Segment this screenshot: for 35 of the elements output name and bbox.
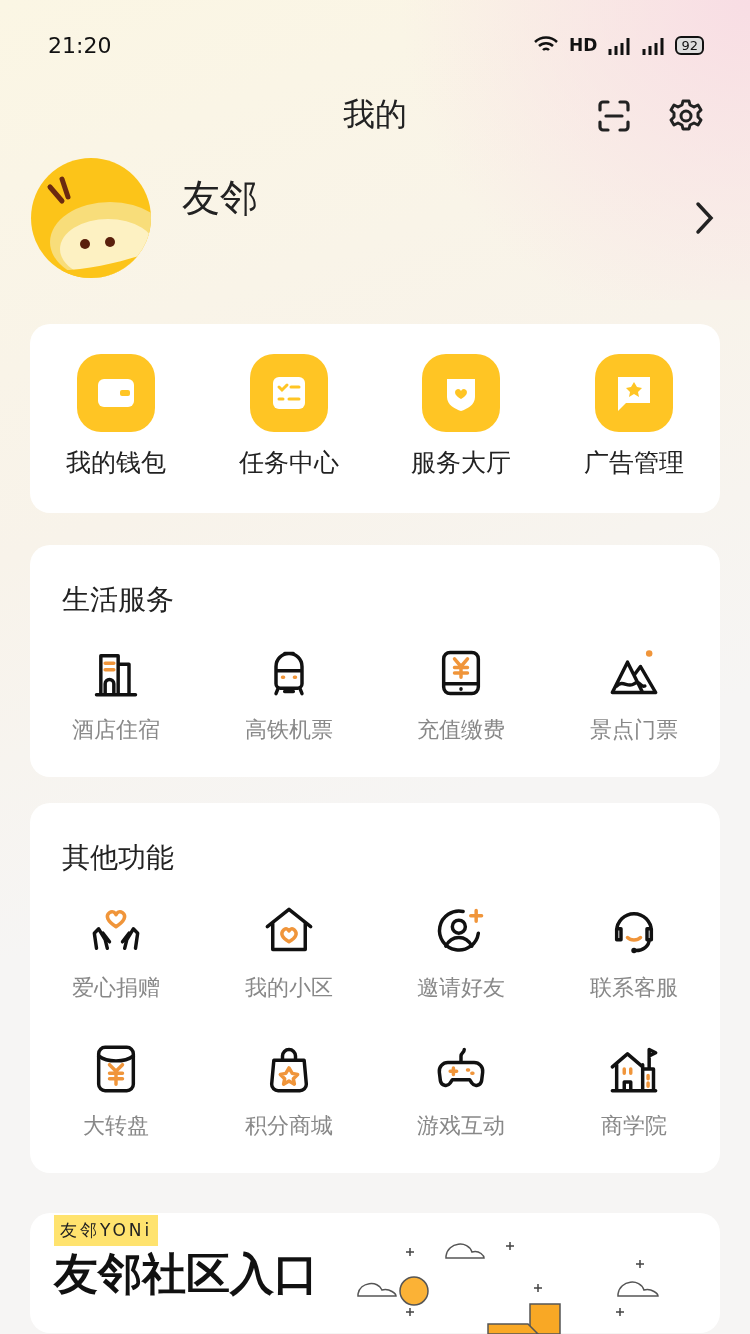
quick-action-tile[interactable] [249,354,328,432]
service-label[interactable]: 充值缴费 [417,715,506,745]
quick-action-tile[interactable] [594,354,673,432]
section-title: 生活服务 [62,582,175,618]
chevron-right-icon[interactable] [694,201,714,235]
function-label[interactable]: 联系客服 [589,973,678,1003]
service-label[interactable]: 高铁机票 [244,715,333,745]
quick-action-label[interactable]: 任务中心 [238,446,339,479]
service-label[interactable]: 酒店住宿 [72,715,161,745]
quick-action-tile[interactable] [422,354,501,432]
scan-icon[interactable] [596,98,632,134]
battery-level: 92 [675,35,704,55]
function-label[interactable]: 游戏互动 [417,1111,506,1141]
banner-title: 友邻社区入口 [54,1250,319,1299]
service-label[interactable]: 景点门票 [589,715,678,745]
function-label[interactable]: 邀请好友 [417,973,506,1003]
function-label[interactable]: 大转盘 [83,1111,150,1141]
page-title: 我的 [343,94,407,135]
function-label[interactable]: 积分商城 [244,1111,333,1141]
status-time: 21:20 [48,32,112,58]
signal-icon [607,35,632,55]
quick-action-label[interactable]: 服务大厅 [411,446,512,479]
brand-tag: 友邻YONi [54,1215,159,1246]
quick-action-label[interactable]: 我的钱包 [66,446,167,479]
quick-action-tile[interactable] [77,354,156,432]
settings-icon[interactable] [668,98,704,134]
network-label: HD [569,35,598,55]
community-banner[interactable]: 友邻YONi 友邻社区入口 [30,1213,720,1333]
function-label[interactable]: 我的小区 [244,973,333,1003]
quick-action-label[interactable]: 广告管理 [583,446,684,479]
user-name: 友邻 [182,174,259,222]
function-label[interactable]: 商学院 [600,1111,667,1141]
function-label[interactable]: 爱心捐赠 [72,973,161,1003]
section-title: 其他功能 [62,840,175,876]
signal-icon [641,35,666,55]
